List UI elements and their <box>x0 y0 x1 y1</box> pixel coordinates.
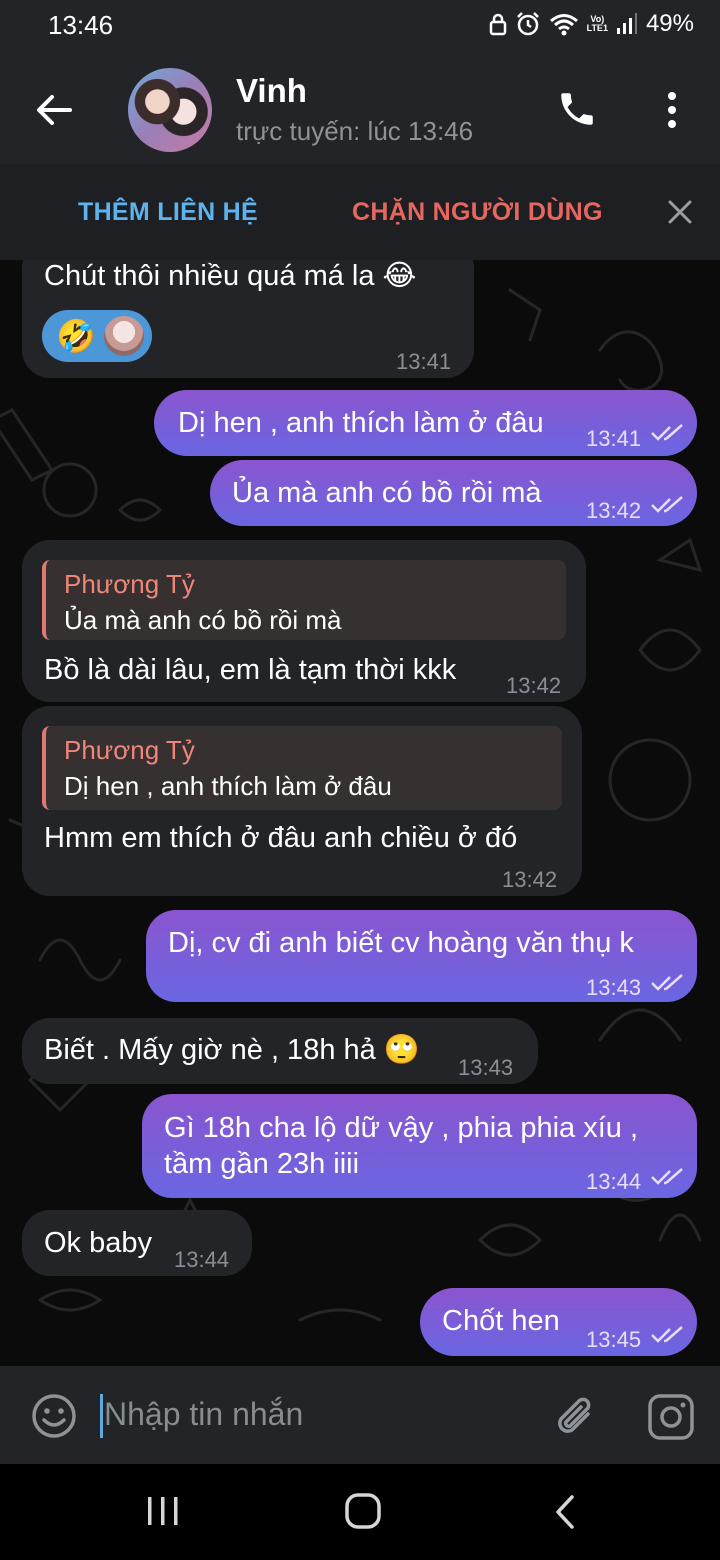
message-time: 13:41 <box>586 426 642 451</box>
message-bubble-outgoing[interactable]: Ủa mà anh có bồ rồi mà 13:42 <box>210 460 697 526</box>
double-check-icon <box>651 424 683 441</box>
double-check-icon <box>651 496 683 513</box>
message-bubble-outgoing[interactable]: Dị hen , anh thích làm ở đâu 13:41 <box>154 390 697 456</box>
contact-action-bar: THÊM LIÊN HỆ CHẶN NGƯỜI DÙNG <box>0 164 720 260</box>
message-bubble-incoming[interactable]: Biết . Mấy giờ nè , 18h hả 🙄 13:43 <box>22 1018 538 1084</box>
reply-quote[interactable]: Phương Tỷ Ủa mà anh có bồ rồi mà <box>42 560 566 640</box>
emoji-icon[interactable] <box>30 1392 78 1440</box>
message-time: 13:44 <box>586 1169 642 1194</box>
double-check-icon <box>651 1168 683 1185</box>
status-bar: 13:46 Vo) LTE1 49% <box>0 0 720 52</box>
alarm-icon <box>516 12 539 36</box>
message-bubble-incoming[interactable]: Chút thôi nhiều quá má la 😂 🤣 13:41 <box>22 260 474 378</box>
message-bubble-outgoing[interactable]: Chốt hen 13:45 <box>420 1288 697 1356</box>
message-bubble-outgoing[interactable]: Dị, cv đi anh biết cv hoàng văn thụ k 13… <box>146 910 697 1002</box>
message-list[interactable]: Chút thôi nhiều quá má la 😂 🤣 13:41 Dị h… <box>0 260 720 1366</box>
message-time: 13:43 <box>586 975 642 1000</box>
reaction-pill[interactable]: 🤣 <box>42 310 152 362</box>
phone-icon[interactable] <box>556 88 598 130</box>
message-text: Dị, cv đi anh biết cv hoàng văn thụ k <box>168 927 634 959</box>
contact-status: trực tuyến: lúc 13:46 <box>236 116 474 146</box>
quote-author: Phương Tỷ <box>64 569 195 599</box>
status-time: 13:46 <box>48 10 114 40</box>
message-text: Bồ là dài lâu, em là tạm thời kkk <box>44 654 457 686</box>
close-icon[interactable] <box>664 196 696 228</box>
message-bubble-incoming[interactable]: Ok baby 13:44 <box>22 1210 252 1276</box>
text-cursor <box>100 1394 103 1438</box>
block-user-button[interactable]: CHẶN NGƯỜI DÙNG <box>352 198 603 227</box>
camera-icon[interactable] <box>646 1392 696 1442</box>
message-text-line1: Gì 18h cha lộ dữ vậy , phia phia xíu , <box>164 1112 639 1144</box>
add-contact-button[interactable]: THÊM LIÊN HỆ <box>78 198 258 227</box>
home-icon[interactable] <box>344 1492 382 1530</box>
wifi-icon <box>549 14 578 36</box>
contact-avatar[interactable] <box>128 68 212 152</box>
message-time: 13:42 <box>586 498 642 523</box>
message-text: Biết . Mấy giờ nè , 18h hả 🙄 <box>44 1034 420 1066</box>
message-time: 13:43 <box>458 1055 514 1080</box>
message-text: Ok baby <box>44 1227 152 1259</box>
message-text: Chút thôi nhiều quá má la 😂 <box>44 260 417 292</box>
message-input-bar: Nhập tin nhắn <box>0 1366 720 1464</box>
message-time: 13:45 <box>586 1327 642 1352</box>
double-check-icon <box>651 974 683 991</box>
message-text: Dị hen , anh thích làm ở đâu <box>178 407 544 439</box>
message-bubble-outgoing[interactable]: Gì 18h cha lộ dữ vậy , phia phia xíu , t… <box>142 1094 697 1198</box>
message-time: 13:42 <box>502 867 558 892</box>
message-time: 13:41 <box>396 349 452 374</box>
double-check-icon <box>651 1326 683 1343</box>
battery-percent: 49% <box>645 10 694 37</box>
paperclip-icon[interactable] <box>552 1392 600 1440</box>
message-text: Ủa mà anh có bồ rồi mà <box>232 477 542 509</box>
quote-author: Phương Tỷ <box>64 735 195 765</box>
quote-text: Dị hen , anh thích làm ở đâu <box>64 771 392 801</box>
message-text-line2: tầm gần 23h iiii <box>164 1148 360 1180</box>
message-bubble-incoming-reply[interactable]: Phương Tỷ Ủa mà anh có bồ rồi mà Bồ là d… <box>22 540 586 702</box>
recent-apps-icon[interactable] <box>146 1494 180 1528</box>
system-nav-bar <box>0 1464 720 1560</box>
chat-header: Vinh trực tuyến: lúc 13:46 <box>0 52 720 164</box>
lock-icon <box>489 13 506 36</box>
volte-icon: Vo) LTE1 <box>586 14 608 33</box>
status-icons: Vo) LTE1 49% <box>489 10 694 38</box>
reply-quote[interactable]: Phương Tỷ Dị hen , anh thích làm ở đâu <box>42 726 562 810</box>
more-vertical-icon[interactable] <box>660 90 684 130</box>
message-input[interactable]: Nhập tin nhắn <box>104 1396 303 1433</box>
message-time: 13:44 <box>174 1247 230 1272</box>
nav-back-icon[interactable] <box>552 1494 578 1530</box>
back-arrow-icon[interactable] <box>30 86 78 134</box>
contact-name[interactable]: Vinh <box>236 72 307 110</box>
message-bubble-incoming-reply[interactable]: Phương Tỷ Dị hen , anh thích làm ở đâu H… <box>22 706 582 896</box>
quote-text: Ủa mà anh có bồ rồi mà <box>64 605 342 635</box>
signal-icon <box>616 13 637 34</box>
message-text: Chốt hen <box>442 1305 560 1337</box>
rofl-emoji: 🤣 <box>56 318 96 354</box>
message-time: 13:42 <box>506 673 562 698</box>
reactor-avatar <box>104 316 144 356</box>
message-text: Hmm em thích ở đâu anh chiều ở đó <box>44 822 518 854</box>
